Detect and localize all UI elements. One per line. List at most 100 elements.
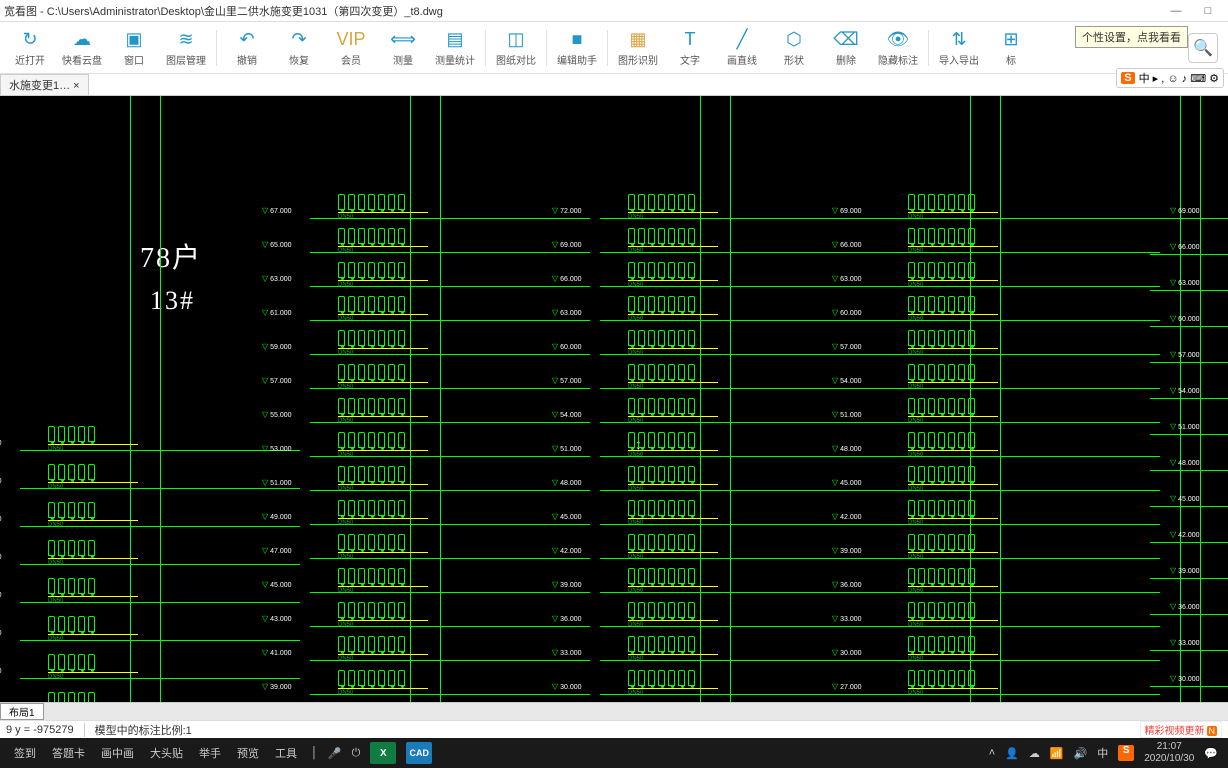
ime-status[interactable]: 中 ▸ , ☺ ♪ ⌨ ⚙	[1139, 70, 1219, 86]
elevation-label: 33.000	[552, 648, 582, 657]
pipe-dn-label: DN50	[338, 588, 353, 594]
fixtures-group	[338, 398, 405, 414]
people-icon[interactable]: 👤	[1005, 747, 1019, 760]
search-button[interactable]: 🔍	[1188, 33, 1218, 63]
toolbar-形状[interactable]: ⬡形状	[768, 23, 820, 73]
tray-up-icon[interactable]: ˄	[989, 747, 995, 759]
toolbar-导入导出[interactable]: ⇅导入导出	[933, 23, 985, 73]
elevation-label: 30.000	[1170, 674, 1200, 683]
toolbar-label: 窗口	[124, 52, 144, 67]
layout-tab[interactable]: 布局1	[0, 703, 44, 720]
测量-icon: ⟺	[390, 29, 416, 51]
toolbar-文字[interactable]: T文字	[664, 23, 716, 73]
toolbar-编辑助手[interactable]: ■编辑助手	[551, 23, 603, 73]
图形识别-icon: ▦	[629, 29, 646, 51]
toolbar-图纸对比[interactable]: ◫图纸对比	[490, 23, 542, 73]
pipe-dn-label: DN50	[338, 554, 353, 560]
toolbar-label: 近打开	[15, 52, 45, 67]
toolbar-测量统计[interactable]: ▤测量统计	[429, 23, 481, 73]
fixtures-group	[338, 194, 405, 210]
taskbar-工具[interactable]: 工具	[275, 745, 297, 761]
floor-row: 69.000DN50	[600, 222, 880, 254]
cad-app-icon[interactable]: CAD	[406, 742, 432, 764]
toolbar-会员[interactable]: VIP会员	[325, 23, 377, 73]
fixtures-group	[908, 262, 975, 278]
toolbar-画直线[interactable]: ╱画直线	[716, 23, 768, 73]
network-icon[interactable]: 📶	[1050, 747, 1064, 760]
近打开-icon: ↻	[22, 29, 37, 51]
elevation-label: 51.000	[1170, 422, 1200, 431]
floor-row: 63.000DN50	[310, 256, 590, 288]
toolbar-窗口[interactable]: ▣窗口	[108, 23, 160, 73]
pipe-dn-label: DN50	[908, 554, 923, 560]
taskbar-大头贴[interactable]: 大头贴	[150, 745, 183, 761]
elevation-label: 53.000	[262, 444, 292, 453]
toolbar-label: 撤销	[237, 52, 257, 67]
toolbar-撤销[interactable]: ↶撤销	[221, 23, 273, 73]
riser-column: 54.000DN5051.000DN5048.000DN5045.000DN50…	[20, 96, 300, 702]
video-update-link[interactable]: 精彩视频更新N	[1140, 721, 1223, 738]
fixtures-group	[628, 670, 695, 686]
title-bar: 宽看图 - C:\Users\Administrator\Desktop\金山里…	[0, 0, 1228, 22]
toolbar-图形识别[interactable]: ▦图形识别	[612, 23, 664, 73]
fixtures-group	[628, 262, 695, 278]
volume-icon[interactable]: 🔊	[1074, 747, 1088, 760]
floor-row: 63.000DN50	[600, 290, 880, 322]
ime-lang[interactable]: 中	[1097, 745, 1108, 761]
测量统计-icon: ▤	[446, 29, 463, 51]
floor-row: 49.000DN50	[310, 494, 590, 526]
fixtures-group	[628, 568, 695, 584]
mic-icon[interactable]: 🎤	[328, 747, 342, 760]
elevation-label: 48.000	[0, 514, 2, 523]
floor-row: 45.000DN50	[600, 494, 880, 526]
taskbar-答题卡[interactable]: 答题卡	[52, 745, 85, 761]
floor-row: 55.000DN50	[310, 392, 590, 424]
toolbar-删除[interactable]: ⌫删除	[820, 23, 872, 73]
notification-icon[interactable]: 💬	[1204, 747, 1218, 760]
floor-row: 53.000DN50	[310, 426, 590, 458]
toolbar-图层管理[interactable]: ≋图层管理	[160, 23, 212, 73]
toolbar-隐藏标注[interactable]: 👁隐藏标注	[872, 23, 924, 73]
app-title: 宽看图 - C:\Users\Administrator\Desktop\金山里…	[4, 3, 443, 19]
形状-icon: ⬡	[786, 29, 802, 51]
elevation-label: 51.000	[552, 444, 582, 453]
pipe-dn-label: DN50	[338, 350, 353, 356]
sogou-tray-icon[interactable]: S	[1118, 745, 1134, 761]
toolbar-恢复[interactable]: ↷恢复	[273, 23, 325, 73]
fixtures-group	[908, 398, 975, 414]
ime-bar[interactable]: S 中 ▸ , ☺ ♪ ⌨ ⚙	[1116, 68, 1224, 88]
taskbar-举手[interactable]: 举手	[199, 745, 221, 761]
elevation-label: 59.000	[262, 342, 292, 351]
toolbar-快看云盘[interactable]: ☁快看云盘	[56, 23, 108, 73]
tab-document[interactable]: 水施变更1… ×	[0, 74, 89, 95]
floor-row: 59.000DN50	[310, 324, 590, 356]
floor-row: 39.000DN50	[880, 528, 1160, 560]
toolbar-标[interactable]: ⊞标	[985, 23, 1037, 73]
floor-row: 67.000DN50	[310, 188, 590, 220]
elevation-label: 39.000	[262, 682, 292, 691]
elevation-label: 54.000	[1170, 386, 1200, 395]
taskbar-画中画[interactable]: 画中画	[101, 745, 134, 761]
elevation-label: 51.000	[262, 478, 292, 487]
settings-tooltip[interactable]: 个性设置，点我看看	[1075, 26, 1188, 48]
cloud-icon[interactable]: ☁	[1029, 747, 1040, 760]
maximize-button[interactable]: □	[1192, 5, 1224, 17]
cad-canvas[interactable]: 78户 13# ↕ 54.000DN5051.000DN5048.000DN50…	[0, 96, 1228, 702]
pipe-dn-label: DN50	[338, 452, 353, 458]
system-clock[interactable]: 21:07 2020/10/30	[1144, 741, 1194, 765]
toolbar-近打开[interactable]: ↻近打开	[4, 23, 56, 73]
elevation-label: 42.000	[1170, 530, 1200, 539]
floor-row: 42.000DN50	[880, 494, 1160, 526]
fixtures-group	[908, 466, 975, 482]
toolbar-label: 会员	[341, 52, 361, 67]
excel-app-icon[interactable]: X	[370, 742, 396, 764]
floor-row: 45.000DN50	[880, 460, 1160, 492]
elevation-label: 42.000	[0, 590, 2, 599]
elevation-label: 48.000	[552, 478, 582, 487]
power-icon[interactable]: ⏻	[352, 747, 361, 760]
toolbar-测量[interactable]: ⟺测量	[377, 23, 429, 73]
minimize-button[interactable]: —	[1160, 5, 1192, 17]
taskbar-签到[interactable]: 签到	[14, 745, 36, 761]
floor-row: 51.000DN50	[20, 458, 300, 490]
taskbar-预览[interactable]: 预览	[237, 745, 259, 761]
